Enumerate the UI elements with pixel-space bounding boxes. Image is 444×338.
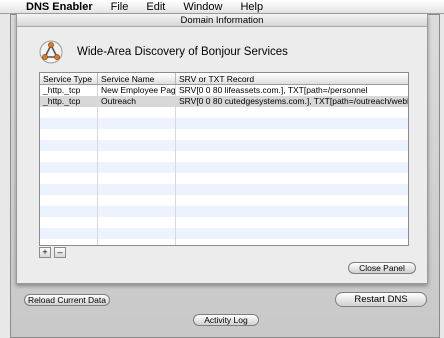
cell-record: SRV[0 0 80 lifeassets.com.], TXT[path=/p… (179, 85, 368, 95)
activity-log-button[interactable]: Activity Log (193, 314, 259, 326)
cell-service-type: _http._tcp (40, 96, 98, 107)
table-row[interactable]: _http._tcp New Employee Page SRV[0 0 80 … (40, 85, 408, 96)
table-row-empty[interactable] (40, 217, 408, 228)
sheet-heading: Wide-Area Discovery of Bonjour Services (77, 46, 288, 58)
table-row-empty[interactable] (40, 151, 408, 162)
table-row-empty[interactable] (40, 140, 408, 151)
table-row-empty[interactable] (40, 195, 408, 206)
menu-app-name[interactable]: DNS Enabler (22, 0, 102, 14)
table-row-empty[interactable] (40, 184, 408, 195)
cell-service-type: _http._tcp (40, 85, 98, 96)
table-header: Service Type Service Name SRV or TXT Rec… (40, 73, 408, 85)
table-row-empty[interactable] (40, 107, 408, 118)
add-row-button[interactable]: + (39, 247, 51, 258)
column-header-service-name[interactable]: Service Name (98, 73, 176, 84)
table-row-empty[interactable] (40, 239, 408, 245)
bonjour-network-icon (39, 40, 63, 64)
table-row-empty[interactable] (40, 228, 408, 239)
table-row-empty[interactable] (40, 162, 408, 173)
menu-help[interactable]: Help (231, 0, 272, 14)
menu-edit[interactable]: Edit (137, 0, 174, 14)
restart-dns-button[interactable]: Restart DNS (335, 292, 427, 307)
menu-bar: DNS Enabler File Edit Window Help (0, 0, 444, 14)
table-row-empty[interactable] (40, 173, 408, 184)
menu-file[interactable]: File (102, 0, 138, 14)
table-row[interactable]: _http._tcp Outreach SRV[0 0 80 cutedgesy… (40, 96, 408, 107)
table-row-empty[interactable] (40, 118, 408, 129)
table-row-empty[interactable] (40, 129, 408, 140)
sheet-title: Domain Information (17, 14, 427, 27)
remove-row-button[interactable]: – (54, 247, 66, 258)
services-table: Service Type Service Name SRV or TXT Rec… (39, 72, 409, 246)
cell-record: SRV[0 0 80 cutedgesystems.com.], TXT[pat… (179, 96, 408, 106)
table-body: _http._tcp New Employee Page SRV[0 0 80 … (40, 85, 408, 245)
cell-service-name: Outreach (98, 96, 176, 107)
column-header-record[interactable]: SRV or TXT Record (176, 73, 408, 84)
table-row-empty[interactable] (40, 206, 408, 217)
menu-window[interactable]: Window (174, 0, 231, 14)
reload-current-data-button[interactable]: Reload Current Data (24, 294, 110, 306)
close-panel-button[interactable]: Close Panel (348, 262, 416, 274)
domain-information-sheet: Domain Information Wide-Area Discovery o… (16, 14, 428, 284)
cell-service-name: New Employee Page (98, 85, 176, 96)
column-header-service-type[interactable]: Service Type (40, 73, 98, 84)
